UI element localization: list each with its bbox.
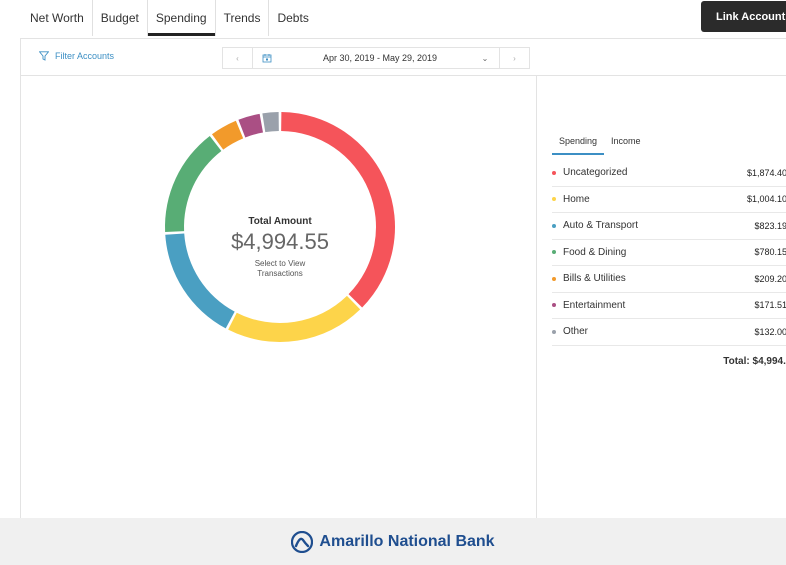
category-total: Total: $4,994.55 xyxy=(723,356,786,367)
category-color-dot xyxy=(552,303,556,308)
date-range-label: Apr 30, 2019 - May 29, 2019 xyxy=(322,53,438,63)
category-amount: $132.00 xyxy=(754,326,786,337)
category-amount: $1,004.10 xyxy=(746,194,786,205)
tab-debts[interactable]: Debts xyxy=(269,0,316,36)
chevron-right-icon: › xyxy=(513,53,516,63)
category-name: Bills & Utilities xyxy=(563,273,626,285)
total-amount-value: $4,994.55 xyxy=(231,229,329,254)
prev-period-button[interactable]: ‹ xyxy=(223,48,253,68)
link-account-button[interactable]: Link Account xyxy=(701,1,786,32)
category-row[interactable]: Auto & Transport $823.19 xyxy=(552,213,786,240)
category-list: Uncategorized $1,874.40 Home $1,004.10 Auto … xyxy=(552,160,786,346)
category-name: Auto & Transport xyxy=(563,220,639,232)
tab-net-worth[interactable]: Net Worth xyxy=(22,0,93,36)
category-row[interactable]: Uncategorized $1,874.40 xyxy=(552,160,786,187)
category-color-dot xyxy=(552,170,556,175)
category-row[interactable]: Other $132.00 xyxy=(552,319,786,346)
bank-logo-icon xyxy=(291,530,314,553)
category-color-dot xyxy=(552,223,556,228)
footer: Amarillo National Bank xyxy=(0,518,786,565)
category-name: Home xyxy=(563,193,590,205)
tab-label: Budget xyxy=(100,11,139,25)
tab-label: Trends xyxy=(223,11,261,25)
donut-slice-home[interactable] xyxy=(228,295,361,342)
category-amount: $780.15 xyxy=(754,247,786,258)
chart-area: Total Amount $4,994.55 Select to View Tr… xyxy=(21,76,537,519)
category-color-dot xyxy=(552,276,556,281)
date-range-picker: ‹ Apr 30, 2019 - May 29, 2019 ⌄ › xyxy=(222,47,530,69)
select-hint: Select to View Transactions xyxy=(254,259,306,278)
filter-icon xyxy=(39,51,49,61)
tab-trends[interactable]: Trends xyxy=(216,0,270,36)
category-row[interactable]: Bills & Utilities $209.20 xyxy=(552,266,786,293)
category-row[interactable]: Food & Dining $780.15 xyxy=(552,240,786,266)
category-color-dot xyxy=(552,250,556,255)
category-row[interactable]: Entertainment $171.51 xyxy=(552,293,786,319)
spending-card: Filter Accounts ‹ Apr 30, 2019 - May 29,… xyxy=(20,38,786,519)
tab-spending[interactable]: Spending xyxy=(147,0,216,36)
donut-center: Total Amount $4,994.55 Select to View Tr… xyxy=(195,216,365,279)
category-amount: $171.51 xyxy=(754,300,786,311)
category-name: Entertainment xyxy=(563,299,626,311)
chevron-down-icon[interactable]: ⌄ xyxy=(471,48,499,68)
nav-tabs: Net Worth Budget Spending Trends Debts xyxy=(22,0,317,36)
tab-label: Spending xyxy=(155,11,207,25)
subtab-spending[interactable]: Spending xyxy=(552,136,605,155)
bank-name: Amarillo National Bank xyxy=(319,532,495,550)
date-range-dropdown[interactable]: Apr 30, 2019 - May 29, 2019 xyxy=(281,48,471,68)
category-name: Uncategorized xyxy=(563,167,628,179)
category-color-dot xyxy=(552,197,556,202)
next-period-button[interactable]: › xyxy=(499,48,529,68)
toolbar: Filter Accounts ‹ Apr 30, 2019 - May 29,… xyxy=(21,39,786,76)
total-amount-label: Total Amount xyxy=(248,216,312,227)
category-name: Food & Dining xyxy=(563,246,627,258)
category-amount: $1,874.40 xyxy=(746,167,786,178)
chevron-left-icon: ‹ xyxy=(236,53,239,63)
category-amount: $823.19 xyxy=(754,220,786,231)
donut-slice-other[interactable] xyxy=(262,112,279,133)
calendar-icon[interactable] xyxy=(253,48,281,68)
tab-budget[interactable]: Budget xyxy=(93,0,148,36)
subtab-income[interactable]: Income xyxy=(604,136,648,155)
filter-accounts-button[interactable]: Filter Accounts xyxy=(39,51,114,61)
chevron-glyph: ⌄ xyxy=(481,53,489,63)
category-panel: Spending Income Uncategorized $1,874.40 Ho… xyxy=(552,76,786,519)
category-row[interactable]: Home $1,004.10 xyxy=(552,187,786,213)
panel-tabs: Spending Income xyxy=(552,136,648,155)
tab-label: Debts xyxy=(277,11,309,25)
tab-label: Net Worth xyxy=(30,11,84,25)
category-color-dot xyxy=(552,329,556,334)
donut-slice-entertainment[interactable] xyxy=(238,113,263,138)
top-nav: Net Worth Budget Spending Trends Debts L… xyxy=(0,0,786,36)
category-name: Other xyxy=(563,326,589,338)
category-amount: $209.20 xyxy=(754,273,786,284)
filter-accounts-label: Filter Accounts xyxy=(55,51,115,61)
